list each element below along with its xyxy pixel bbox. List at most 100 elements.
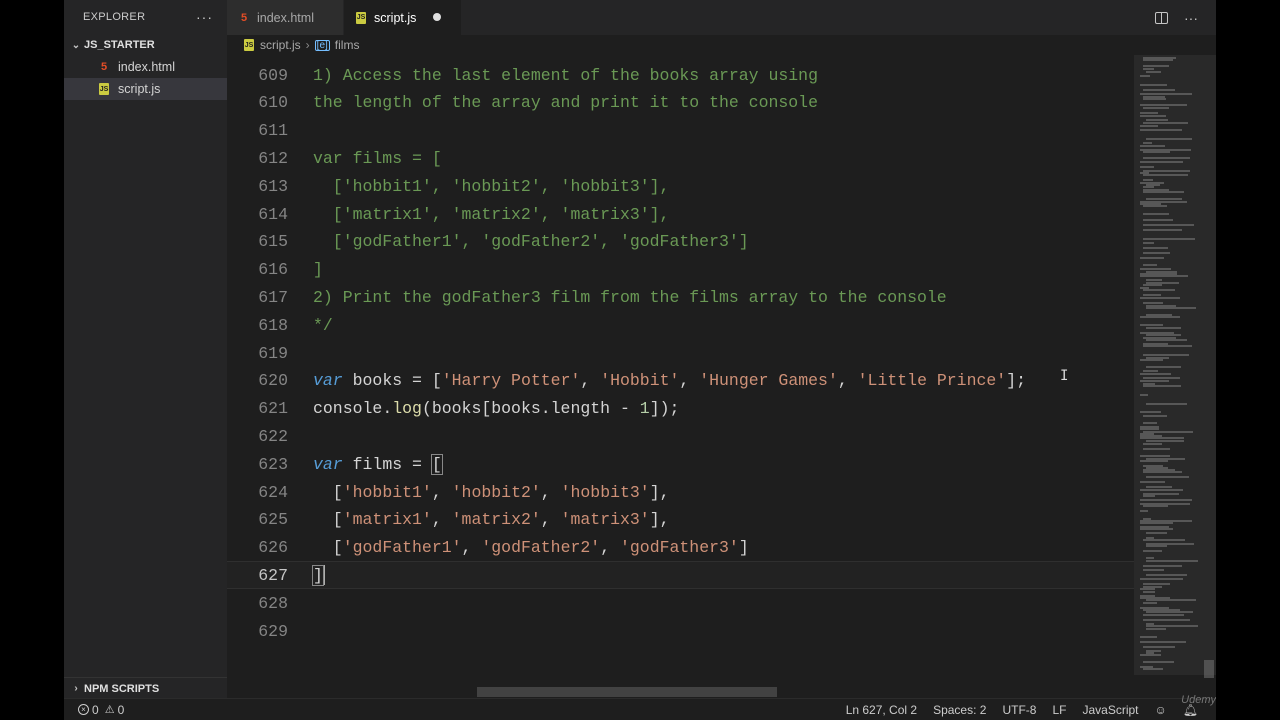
line-number: 613	[258, 176, 288, 196]
minimap-code-line	[1143, 170, 1190, 172]
minimap-code-line	[1143, 157, 1190, 159]
minimap-code-line	[1140, 522, 1173, 524]
code-text: ['godFather1', 'godFather2', 'godFather3…	[313, 232, 749, 251]
minimap-code-line	[1140, 324, 1163, 326]
minimap-code-line	[1140, 115, 1166, 117]
more-actions-icon[interactable]: ···	[1184, 10, 1198, 26]
minimap-code-line	[1140, 636, 1157, 638]
code-line[interactable]: 617 2) Print the godFather3 film from the…	[227, 283, 1134, 311]
code-line[interactable]: 625 ['matrix1', 'matrix2', 'matrix3'],	[227, 506, 1134, 534]
code-line[interactable]: 626 ['godFather1', 'godFather2', 'godFat…	[227, 534, 1134, 562]
problems-indicator[interactable]: × 0 ⚠ 0	[78, 703, 124, 717]
identifier: films	[342, 454, 413, 474]
code-line[interactable]: 611	[227, 117, 1134, 145]
comma: ,	[431, 510, 452, 530]
tab-script-js[interactable]: JS script.js	[344, 0, 461, 35]
minimap-code-line	[1146, 628, 1166, 630]
split-editor-icon[interactable]	[1155, 11, 1168, 24]
matching-bracket: [	[430, 453, 443, 475]
minimap-code-line	[1143, 614, 1184, 616]
minimap-code-line	[1140, 297, 1180, 299]
code-line[interactable]: 616]	[227, 256, 1134, 284]
minimap-code-line	[1143, 302, 1163, 304]
tab-index-html[interactable]: 5 index.html	[227, 0, 343, 35]
minimap-code-line	[1143, 68, 1154, 70]
chevron-right-icon: ›	[305, 38, 310, 52]
minimap-code-line	[1143, 619, 1190, 621]
npm-scripts-section[interactable]: › NPM SCRIPTS	[64, 677, 227, 699]
file-name: script.js	[118, 82, 161, 96]
minimap-code-line	[1143, 213, 1169, 215]
keyword: var	[313, 454, 343, 474]
code-line[interactable]: 615 ['godFather1', 'godFather2', 'godFat…	[227, 228, 1134, 256]
minimap[interactable]	[1134, 55, 1216, 698]
code-line[interactable]: 628	[227, 589, 1134, 617]
string-literal: 'Hobbit'	[600, 371, 680, 391]
file-index-html[interactable]: 5 index.html	[64, 56, 227, 78]
minimap-code-line	[1146, 476, 1189, 478]
code-line[interactable]: 610 the length of the array and print it …	[227, 89, 1134, 117]
minimap-code-line	[1143, 370, 1158, 372]
minimap-code-line	[1140, 373, 1171, 375]
minimap-code-line	[1146, 532, 1167, 534]
code-line[interactable]: 619	[227, 339, 1134, 367]
unsaved-dot-icon[interactable]	[433, 13, 441, 21]
code-text: console.log(books[books.length - 1]);	[313, 399, 679, 418]
vertical-scrollbar-thumb[interactable]	[1204, 660, 1214, 678]
line-number: 610	[258, 93, 288, 113]
file-script-js[interactable]: JS script.js	[64, 78, 227, 100]
indent: [	[313, 510, 343, 530]
code-line[interactable]: 618 */	[227, 311, 1134, 339]
dot: .	[382, 399, 393, 419]
code-editor[interactable]: 609 1) Access the last element of the boo…	[227, 55, 1134, 698]
comment-text: ['matrix1', 'matrix2', 'matrix3'],	[313, 204, 670, 224]
code-line[interactable]: 613 ['hobbit1', 'hobbit2', 'hobbit3'],	[227, 172, 1134, 200]
comma: ,	[540, 482, 561, 502]
line-number: 626	[258, 538, 288, 558]
breadcrumb-symbol[interactable]: films	[335, 38, 360, 52]
indentation[interactable]: Spaces: 2	[933, 703, 986, 717]
file-name: index.html	[118, 60, 175, 74]
code-line[interactable]: 622	[227, 422, 1134, 450]
horizontal-scrollbar-thumb[interactable]	[477, 687, 777, 697]
minimap-code-line	[1146, 366, 1181, 368]
punctuation: ],	[649, 510, 670, 530]
minimap-code-line	[1143, 422, 1157, 424]
string-literal: 'godFather1'	[342, 538, 462, 558]
language-mode[interactable]: JavaScript	[1082, 703, 1138, 717]
code-line[interactable]: 621 console.log(books[books.length - 1]);	[227, 395, 1134, 423]
code-line[interactable]: 620 var books = ['Harry Potter', 'Hobbit'…	[227, 367, 1134, 395]
code-line[interactable]: 612 var films = [	[227, 144, 1134, 172]
keyword: var	[313, 371, 343, 391]
encoding[interactable]: UTF-8	[1002, 703, 1036, 717]
folder-js-starter[interactable]: ⌄ JS_STARTER	[64, 34, 227, 56]
minimap-code-line	[1146, 339, 1187, 341]
comment-text: ['hobbit1', 'hobbit2', 'hobbit3'],	[313, 176, 670, 196]
breadcrumb-file[interactable]: script.js	[260, 38, 301, 52]
code-line[interactable]: 629	[227, 617, 1134, 645]
code-line[interactable]: 614 ['matrix1', 'matrix2', 'matrix3'],	[227, 200, 1134, 228]
more-actions-icon[interactable]: ···	[196, 9, 213, 25]
line-number: 624	[258, 482, 288, 502]
code-line[interactable]: 627]	[227, 561, 1134, 590]
minimap-code-line	[1146, 327, 1181, 329]
minimap-code-line	[1143, 495, 1155, 497]
line-number: 625	[258, 510, 288, 530]
code-line[interactable]: 609 1) Access the last element of the boo…	[227, 61, 1134, 89]
comment-text: ]	[313, 260, 323, 280]
minimap-code-line	[1143, 550, 1162, 552]
code-text: var films = [	[313, 453, 443, 475]
feedback-icon[interactable]: ☺	[1155, 703, 1167, 717]
minimap-slider[interactable]	[1134, 55, 1216, 675]
minimap-code-line	[1146, 307, 1196, 309]
end-of-line[interactable]: LF	[1052, 703, 1066, 717]
comma: ,	[580, 371, 601, 391]
code-line[interactable]: 623 var films = [	[227, 450, 1134, 478]
minimap-code-line	[1143, 354, 1189, 356]
cursor-position[interactable]: Ln 627, Col 2	[846, 703, 917, 717]
punctuation: ]	[738, 538, 749, 558]
line-number: 616	[258, 260, 288, 280]
code-line[interactable]: 624 ['hobbit1', 'hobbit2', 'hobbit3'],	[227, 478, 1134, 506]
operator: = [	[412, 371, 442, 391]
